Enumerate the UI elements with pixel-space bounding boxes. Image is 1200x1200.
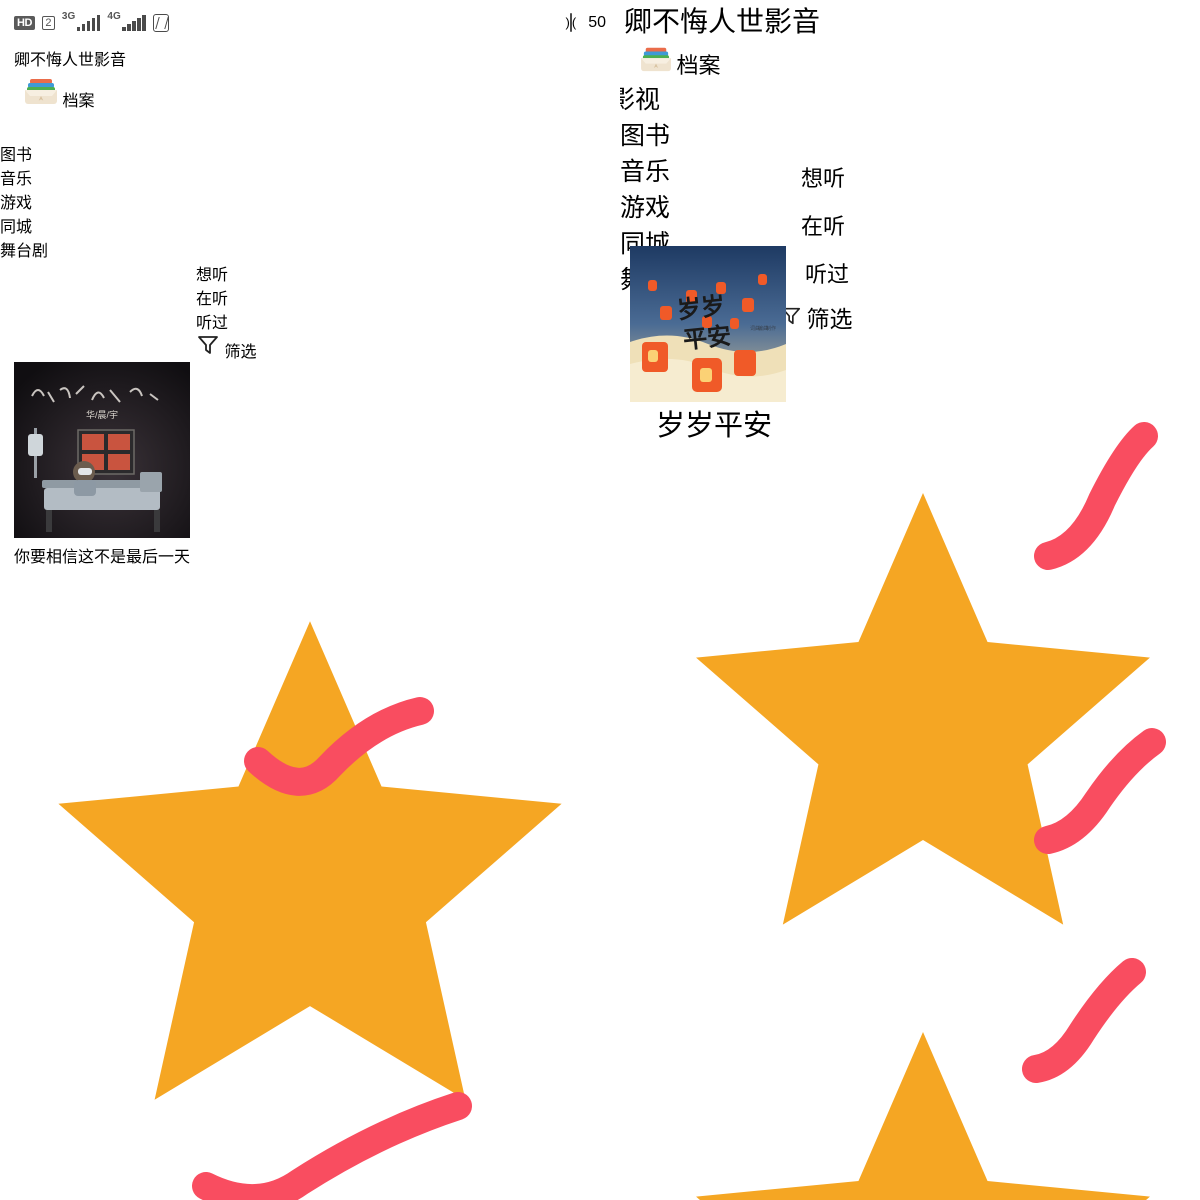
screenshot-root: HD 2 3G 4G )( 50 卿不悔人世影音 档案 图书 音乐 游戏 同城 … [0, 0, 1200, 1200]
annotation-overlay: 1 肖战的打五星 华晨宇和王一博打差评，给 [0, 0, 1200, 1200]
checkmark-right-item-1 [1034, 422, 1158, 570]
checkmark-right-item-3 [1022, 958, 1146, 1083]
annotation-checkmarks [192, 422, 1166, 1200]
checkmark-left-item-1 [244, 697, 434, 796]
checkmark-right-item-2 [1034, 728, 1166, 854]
checkmark-left-item-2 [192, 1092, 472, 1200]
